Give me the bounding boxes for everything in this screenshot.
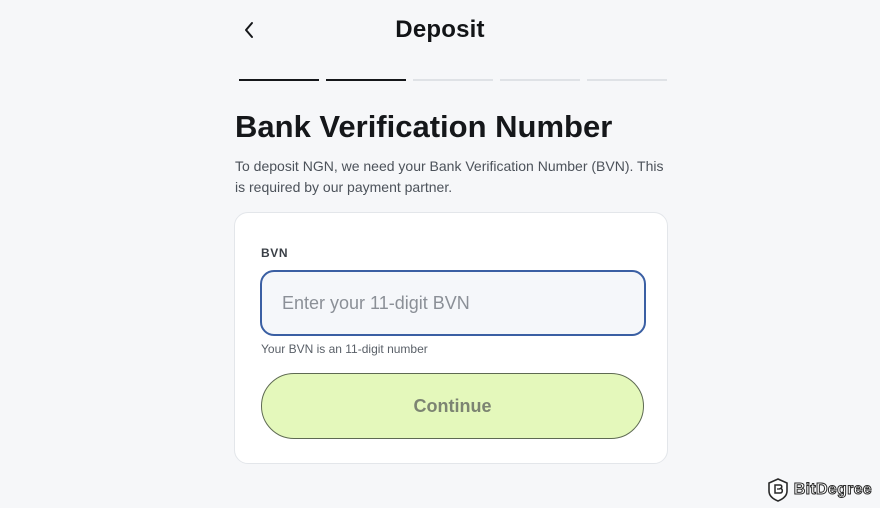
bvn-form-card: BVN Your BVN is an 11-digit number Conti… — [234, 212, 668, 464]
bvn-input[interactable] — [260, 270, 646, 336]
deposit-page: Deposit Bank Verification Number To depo… — [0, 0, 880, 508]
bvn-helper-text: Your BVN is an 11-digit number — [261, 342, 428, 356]
progress-step — [500, 79, 580, 81]
progress-step — [413, 79, 493, 81]
section-title: Bank Verification Number — [235, 109, 613, 144]
section-description: To deposit NGN, we need your Bank Verifi… — [235, 158, 664, 195]
progress-step — [239, 79, 319, 81]
bvn-field-label: BVN — [261, 246, 289, 260]
progress-step — [326, 79, 406, 81]
page-title: Deposit — [395, 16, 485, 43]
bitdegree-logo-icon — [767, 478, 788, 502]
continue-button[interactable]: Continue — [261, 373, 644, 439]
bitdegree-watermark: BitDegree — [767, 478, 872, 502]
progress-step — [587, 79, 667, 81]
progress-stepper — [239, 79, 667, 81]
watermark-text: BitDegree — [793, 481, 872, 499]
